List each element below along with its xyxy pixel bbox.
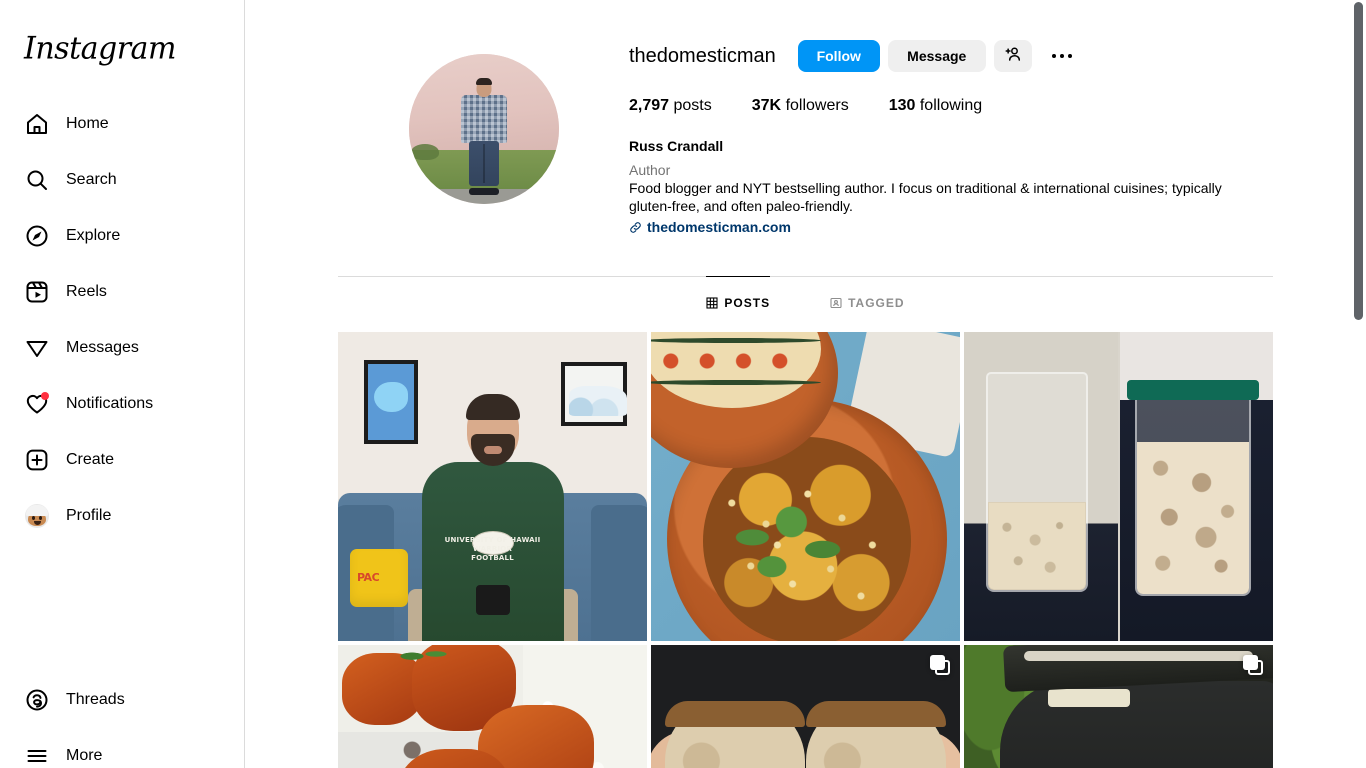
sidebar-item-label: Reels	[66, 283, 107, 300]
avatar	[25, 504, 49, 528]
sidebar-item-profile[interactable]: Profile	[0, 488, 244, 544]
message-button[interactable]: Message	[887, 40, 986, 72]
sidebar-item-home[interactable]: Home	[0, 96, 244, 152]
add-person-icon	[1004, 45, 1022, 67]
sidebar-item-label: More	[66, 747, 103, 764]
sidebar-item-more[interactable]: More	[0, 728, 244, 768]
tab-label: TAGGED	[848, 295, 905, 310]
more-options-icon	[1051, 54, 1072, 58]
instagram-logo[interactable]: Instagram	[24, 31, 232, 67]
stat-followers[interactable]: 37K followers	[752, 94, 849, 118]
heart-icon	[24, 391, 50, 417]
profile-container: thedomesticman Follow Message 2,797 post…	[338, 0, 1273, 768]
home-icon	[24, 111, 50, 137]
carousel-icon	[930, 655, 950, 675]
sidebar-item-threads[interactable]: Threads	[0, 672, 244, 728]
post-thumbnail[interactable]	[651, 332, 960, 641]
sidebar: Instagram Home Search Explore Reels Mess…	[0, 0, 245, 768]
profile-website-link[interactable]: thedomesticman.com	[629, 218, 791, 236]
stat-label: following	[919, 97, 983, 114]
tagged-person-icon	[830, 297, 842, 309]
profile-picture[interactable]	[408, 54, 559, 204]
threads-icon	[24, 687, 50, 713]
instagram-app: Instagram Home Search Explore Reels Mess…	[0, 0, 1366, 768]
sidebar-item-label: Home	[66, 115, 109, 132]
sidebar-item-label: Create	[66, 451, 115, 468]
website-url: thedomesticman.com	[647, 219, 791, 235]
profile-picture-column	[338, 30, 629, 204]
sidebar-item-label: Profile	[66, 507, 112, 524]
post-thumbnail[interactable]	[338, 645, 647, 768]
tab-label: POSTS	[724, 295, 771, 310]
stat-label: followers	[785, 97, 849, 114]
stat-value: 2,797	[629, 97, 670, 114]
compass-icon	[24, 223, 50, 249]
post-thumbnail[interactable]: UNIVERSITY OF HAWAIIWARRIORFOOTBALL	[338, 332, 647, 641]
sidebar-item-messages[interactable]: Messages	[0, 320, 244, 376]
follow-button[interactable]: Follow	[797, 40, 880, 72]
add-person-button[interactable]	[993, 40, 1032, 72]
brand-header: Instagram	[0, 0, 244, 84]
tab-tagged[interactable]: TAGGED	[830, 276, 904, 328]
sidebar-item-create[interactable]: Create	[0, 432, 244, 488]
sidebar-nav: Home Search Explore Reels Messages Notif…	[0, 96, 244, 768]
profile-category: Author	[629, 162, 671, 178]
hamburger-icon	[24, 743, 50, 768]
sidebar-item-label: Explore	[66, 227, 121, 244]
post-thumbnail[interactable]	[651, 645, 960, 768]
stat-label: posts	[673, 97, 712, 114]
sidebar-bottom-nav: Threads More	[0, 672, 244, 768]
scrollbar[interactable]	[1351, 0, 1366, 768]
stat-posts[interactable]: 2,797 posts	[629, 94, 712, 118]
sidebar-item-reels[interactable]: Reels	[0, 264, 244, 320]
sidebar-item-label: Search	[66, 171, 117, 188]
avatar-icon	[24, 503, 50, 529]
grid-icon	[706, 296, 718, 309]
tab-posts[interactable]: POSTS	[706, 276, 771, 328]
reels-icon	[24, 279, 50, 305]
profile-header: thedomesticman Follow Message 2,797 post…	[338, 30, 1273, 236]
stat-following[interactable]: 130 following	[889, 94, 982, 118]
sidebar-item-search[interactable]: Search	[0, 152, 244, 208]
profile-info: thedomesticman Follow Message 2,797 post…	[629, 30, 1273, 236]
profile-full-name: Russ Crandall	[629, 138, 724, 154]
main-content: thedomesticman Follow Message 2,797 post…	[245, 0, 1366, 768]
sidebar-item-label: Threads	[66, 691, 125, 708]
post-thumbnail[interactable]	[964, 332, 1273, 641]
profile-username: thedomesticman	[629, 44, 776, 67]
sidebar-item-label: Messages	[66, 339, 139, 356]
plus-square-icon	[24, 447, 50, 473]
paper-plane-icon	[24, 335, 50, 361]
profile-tabs: POSTS TAGGED	[338, 276, 1273, 328]
profile-stats: 2,797 posts 37K followers 130 following	[629, 94, 1273, 118]
notification-badge	[41, 392, 49, 400]
link-icon	[629, 221, 642, 234]
scrollbar-thumb[interactable]	[1354, 2, 1363, 320]
sidebar-item-notifications[interactable]: Notifications	[0, 376, 244, 432]
username-row: thedomesticman Follow Message	[629, 40, 1273, 72]
profile-bio: Food blogger and NYT bestselling author.…	[629, 180, 1222, 214]
more-options-button[interactable]	[1044, 40, 1080, 72]
post-thumbnail[interactable]	[964, 645, 1273, 768]
sidebar-item-explore[interactable]: Explore	[0, 208, 244, 264]
stat-value: 37K	[751, 97, 782, 114]
search-icon	[24, 167, 50, 193]
stat-value: 130	[888, 97, 916, 114]
post-grid: UNIVERSITY OF HAWAIIWARRIORFOOTBALL	[338, 332, 1273, 768]
carousel-icon	[1243, 655, 1263, 675]
sidebar-item-label: Notifications	[66, 395, 154, 412]
